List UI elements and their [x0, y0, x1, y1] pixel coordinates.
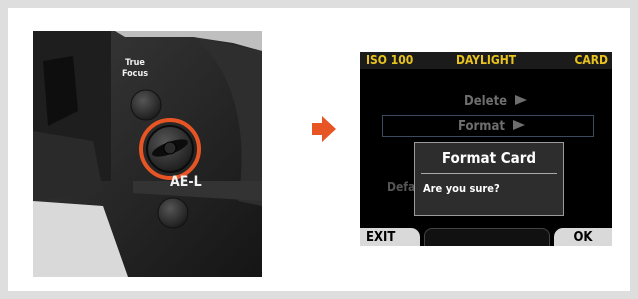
lcd-screen: ISO 100 DAYLIGHT CARD Delete Format Defa…: [360, 52, 612, 246]
ok-button[interactable]: OK: [554, 228, 612, 246]
play-arrow-icon: [512, 120, 525, 130]
menu-item-label: Delete: [464, 94, 508, 109]
right-arrow-icon: [312, 116, 336, 142]
dialog-divider: [421, 173, 557, 174]
focus-label: Focus: [121, 69, 149, 79]
iso-value: ISO 100: [366, 53, 414, 67]
menu-item-default[interactable]: Defa: [387, 178, 415, 196]
format-card-dialog: Format Card Are you sure?: [414, 142, 564, 216]
storage-value: CARD: [574, 53, 608, 67]
dialog-message: Are you sure?: [423, 182, 500, 195]
play-arrow-icon: [515, 95, 528, 105]
camera-photo: True Focus AE-L: [33, 31, 262, 277]
menu-item-format[interactable]: Format: [458, 118, 525, 136]
ae-lock-label: AE-L: [170, 174, 202, 190]
status-bar: ISO 100 DAYLIGHT CARD: [360, 52, 612, 69]
true-label: True: [125, 58, 145, 68]
menu-item-delete[interactable]: Delete: [464, 93, 528, 111]
menu-item-label: Format: [458, 119, 505, 134]
exit-button[interactable]: EXIT: [360, 228, 420, 246]
middle-softkey[interactable]: [424, 228, 550, 246]
dialog-title: Format Card: [441, 149, 537, 167]
white-balance-value: DAYLIGHT: [456, 53, 517, 67]
